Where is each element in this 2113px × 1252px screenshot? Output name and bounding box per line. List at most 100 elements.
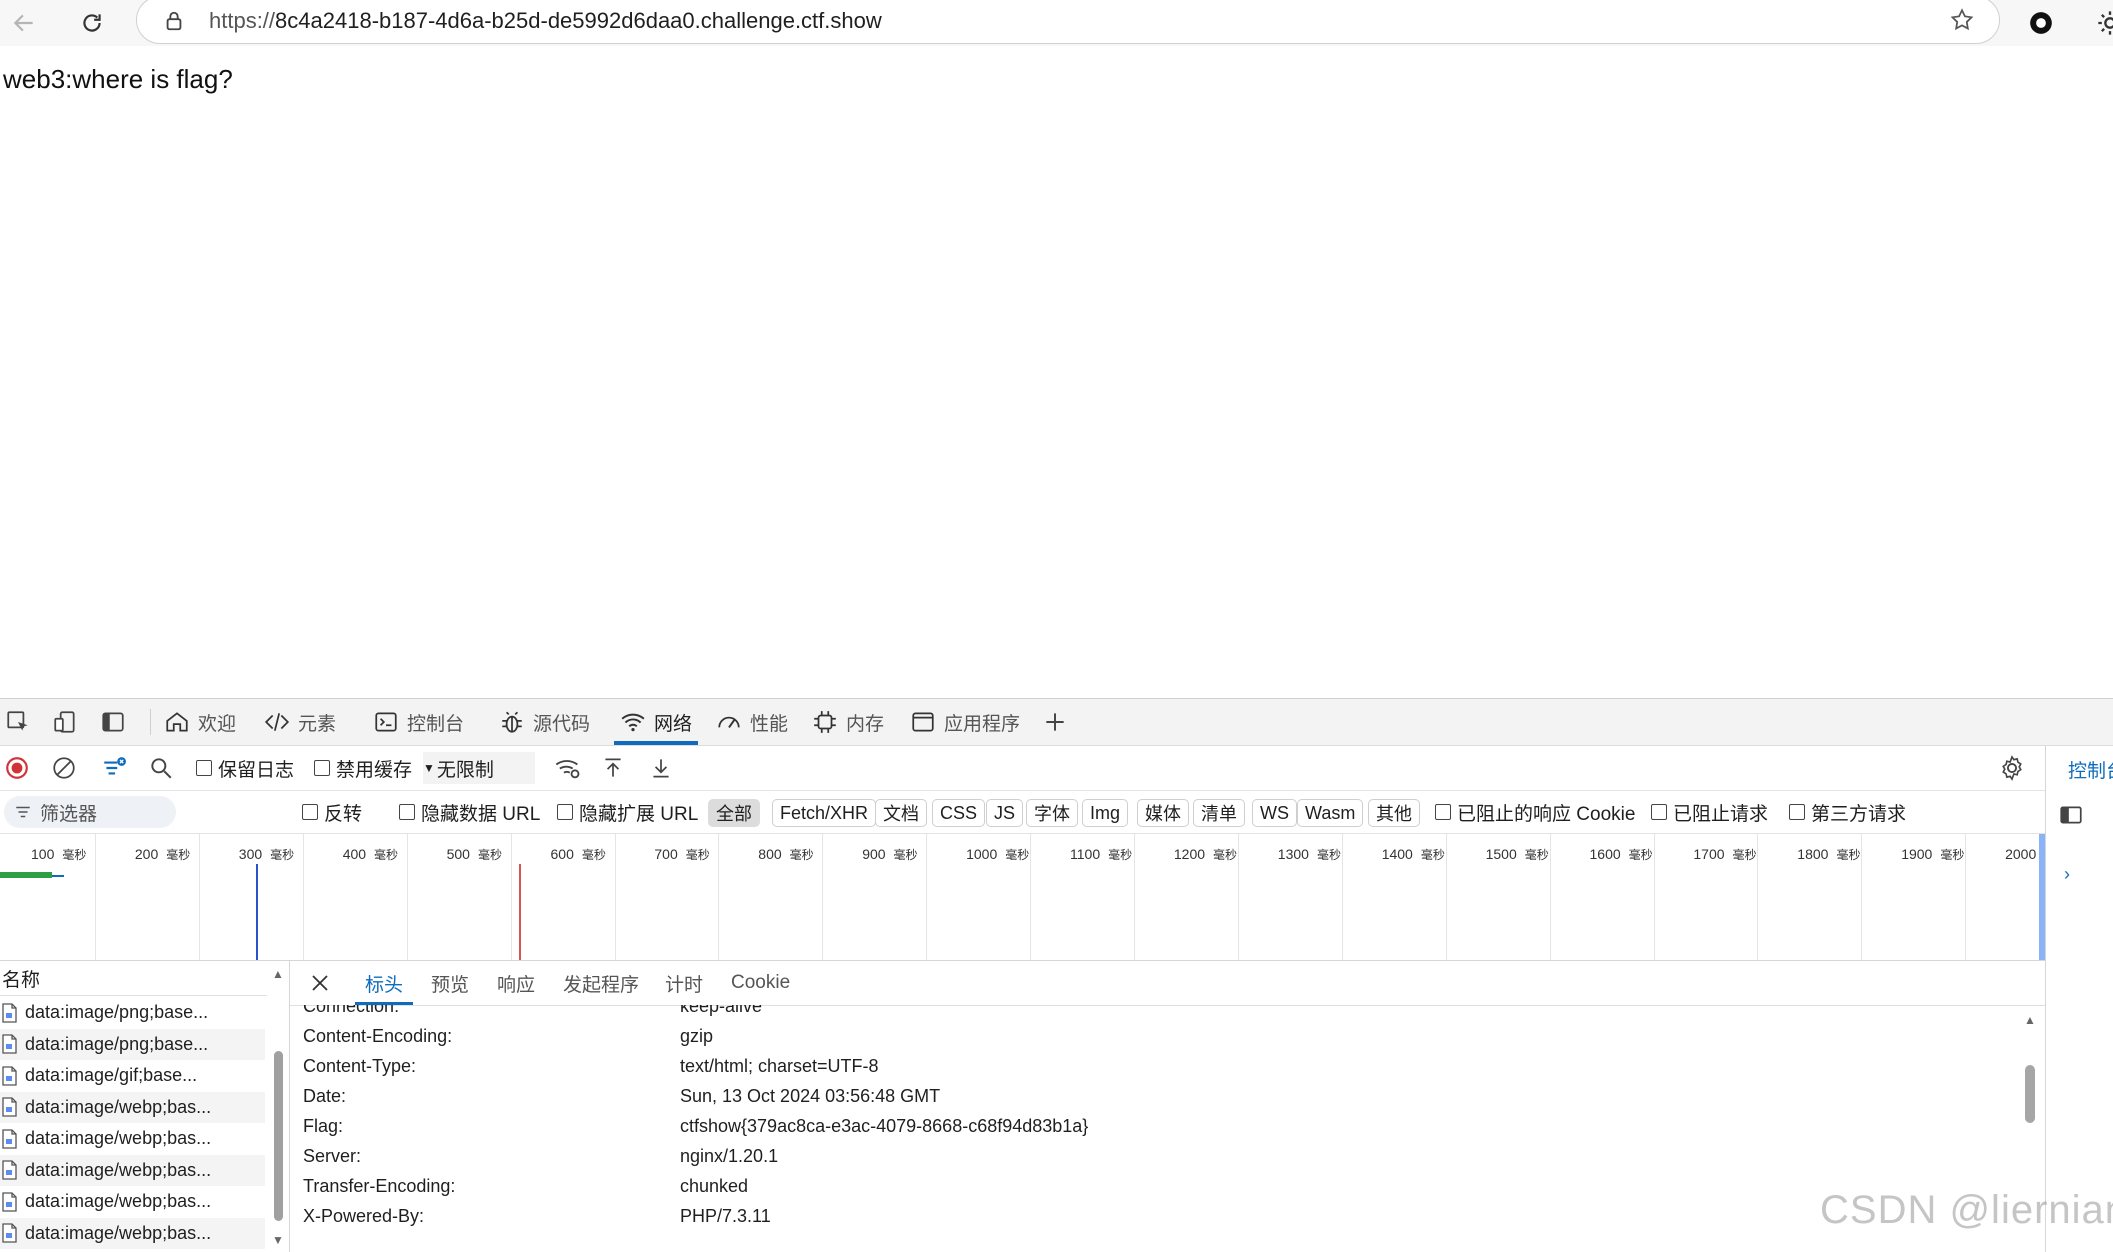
tab-initiator[interactable]: 发起程序 <box>563 961 639 1005</box>
tab-label: 元素 <box>298 713 337 735</box>
tab-performance[interactable]: 性能 <box>716 699 788 745</box>
reload-button[interactable] <box>72 4 112 42</box>
load-event-marker <box>519 864 521 960</box>
record-button[interactable] <box>4 746 30 790</box>
header-value: PHP/7.3.11 <box>680 1205 771 1226</box>
device-emulation-button[interactable] <box>50 707 80 737</box>
request-row[interactable]: data:image/webp;bas... <box>0 1091 265 1123</box>
filter-type-manifest[interactable]: 清单 <box>1193 799 1245 827</box>
filter-type-wasm[interactable]: Wasm <box>1297 799 1364 827</box>
response-header-row[interactable]: Content-Type: text/html; charset=UTF-8 <box>290 1051 1990 1081</box>
filter-type-doc[interactable]: 文档 <box>875 799 927 827</box>
inspect-button[interactable] <box>3 707 33 737</box>
wifi-icon <box>621 713 645 732</box>
timeline-overview[interactable]: 100 毫秒 200 毫秒 300 毫秒 400 毫秒 500 毫秒 600 毫秒 700 毫秒 800 毫秒… <box>0 834 2045 961</box>
filter-type-js[interactable]: JS <box>986 799 1024 827</box>
tab-response[interactable]: 响应 <box>497 961 535 1005</box>
request-row[interactable]: data:image/webp;bas... <box>0 1154 265 1186</box>
checkbox-box[interactable] <box>1789 804 1805 820</box>
back-button[interactable] <box>4 4 44 42</box>
response-header-row[interactable]: Flag: ctfshow{379ac8ca-e3ac-4079-8668-c68… <box>290 1111 1990 1141</box>
lock-icon[interactable] <box>163 9 185 33</box>
disable-cache-checkbox[interactable]: 禁用缓存 <box>314 746 412 790</box>
filter-type-other[interactable]: 其他 <box>1368 799 1420 827</box>
request-name: data:image/webp;bas... <box>25 1096 212 1117</box>
request-row[interactable]: data:image/gif;base... <box>0 1060 265 1091</box>
request-row[interactable]: data:image/png;base... <box>0 1028 265 1060</box>
response-header-row[interactable]: Connection: keep-alive <box>290 1005 1990 1021</box>
response-header-row[interactable]: Date: Sun, 13 Oct 2024 03:56:48 GMT <box>290 1081 1990 1111</box>
scrollbar-thumb[interactable] <box>274 1051 283 1221</box>
name-column-header[interactable]: 名称 <box>0 961 267 996</box>
import-har-button[interactable] <box>600 746 626 790</box>
filter-type-fetch-xhr[interactable]: Fetch/XHR <box>772 799 877 827</box>
response-header-row[interactable]: X-Powered-By: PHP/7.3.11 <box>290 1201 1990 1231</box>
tab-timing[interactable]: 计时 <box>665 961 703 1005</box>
request-row[interactable]: data:image/png;base... <box>0 997 265 1028</box>
response-header-row[interactable]: Transfer-Encoding: chunked <box>290 1171 1990 1201</box>
hide-data-urls-label: 隐藏数据 URL <box>421 803 541 825</box>
tab-preview[interactable]: 预览 <box>431 961 469 1005</box>
hide-ext-urls-checkbox[interactable]: 隐藏扩展 URL <box>557 791 698 833</box>
third-party-checkbox[interactable]: 第三方请求 <box>1789 791 1906 833</box>
tab-memory[interactable]: 内存 <box>812 699 884 745</box>
blocked-cookies-checkbox[interactable]: 已阻止的响应 Cookie <box>1435 791 1635 833</box>
checkbox-box[interactable] <box>1435 804 1451 820</box>
throttle-select[interactable]: ▼ 无限制 <box>423 752 535 784</box>
clear-button[interactable] <box>51 746 77 790</box>
timeline-tick-label: 700 毫秒 <box>654 846 710 862</box>
checkbox-box[interactable] <box>1651 804 1667 820</box>
tab-sources[interactable]: 源代码 <box>499 699 590 745</box>
network-settings-button[interactable] <box>1998 746 2026 790</box>
request-row[interactable]: data:image/webp;bas... <box>0 1217 265 1249</box>
checkbox-box[interactable] <box>557 804 573 820</box>
tab-welcome[interactable]: 欢迎 <box>164 699 236 745</box>
filter-type-media[interactable]: 媒体 <box>1137 799 1189 827</box>
filter-toggle-button[interactable] <box>100 746 128 790</box>
tab-network[interactable]: 网络 <box>613 699 699 745</box>
tab-cookie[interactable]: Cookie <box>731 961 790 1005</box>
hide-data-urls-checkbox[interactable]: 隐藏数据 URL <box>399 791 540 833</box>
tab-application[interactable]: 应用程序 <box>910 699 1020 745</box>
scroll-up-arrow-icon[interactable]: ▲ <box>272 967 284 981</box>
chevron-right-icon[interactable]: › <box>2064 864 2070 885</box>
tab-console[interactable]: 控制台 <box>373 699 464 745</box>
request-list-scrollbar[interactable]: ▲ ▼ <box>269 961 287 1252</box>
extension-icon[interactable] <box>2028 10 2054 36</box>
close-icon[interactable] <box>308 971 332 995</box>
checkbox-box[interactable] <box>314 760 330 776</box>
more-tabs-button[interactable] <box>1040 707 1070 737</box>
filter-type-css[interactable]: CSS <box>932 799 986 827</box>
response-header-row[interactable]: Content-Encoding: gzip <box>290 1021 1990 1051</box>
dock-panel-icon[interactable] <box>2058 802 2084 828</box>
checkbox-box[interactable] <box>399 804 415 820</box>
url-text[interactable]: https://8c4a2418-b187-4d6a-b25d-de5992d6… <box>209 8 882 34</box>
filter-type-font[interactable]: 字体 <box>1026 799 1078 827</box>
filter-type-ws[interactable]: WS <box>1252 799 1297 827</box>
address-bar[interactable]: https://8c4a2418-b187-4d6a-b25d-de5992d6… <box>136 0 2000 44</box>
star-icon[interactable] <box>1949 7 1975 33</box>
export-har-button[interactable] <box>648 746 674 790</box>
scroll-up-arrow-icon[interactable]: ▲ <box>2024 1013 2036 1027</box>
dock-side-button[interactable] <box>98 707 128 737</box>
response-header-row[interactable]: Server: nginx/1.20.1 <box>290 1141 1990 1171</box>
checkbox-box[interactable] <box>196 760 212 776</box>
search-button[interactable] <box>148 746 174 790</box>
request-row[interactable]: data:image/webp;bas... <box>0 1186 265 1217</box>
console-drawer-tab[interactable]: 控制台 <box>2068 756 2113 783</box>
settings-gear-icon[interactable] <box>2096 9 2113 37</box>
preserve-log-checkbox[interactable]: 保留日志 <box>196 746 294 790</box>
filter-type-all[interactable]: 全部 <box>708 799 760 827</box>
filter-type-img[interactable]: Img <box>1082 799 1129 827</box>
tab-elements[interactable]: 元素 <box>264 699 336 745</box>
gauge-icon <box>718 716 740 728</box>
invert-checkbox[interactable]: 反转 <box>302 791 362 833</box>
request-row[interactable]: data:image/webp;bas... <box>0 1123 265 1154</box>
scrollbar-thumb[interactable] <box>2025 1065 2035 1123</box>
blocked-requests-checkbox[interactable]: 已阻止请求 <box>1651 791 1768 833</box>
tab-headers[interactable]: 标头 <box>354 961 414 1005</box>
checkbox-box[interactable] <box>302 804 318 820</box>
scroll-down-arrow-icon[interactable]: ▼ <box>272 1233 284 1247</box>
network-conditions-button[interactable] <box>553 746 583 790</box>
filter-input[interactable]: 筛选器 <box>4 796 176 828</box>
